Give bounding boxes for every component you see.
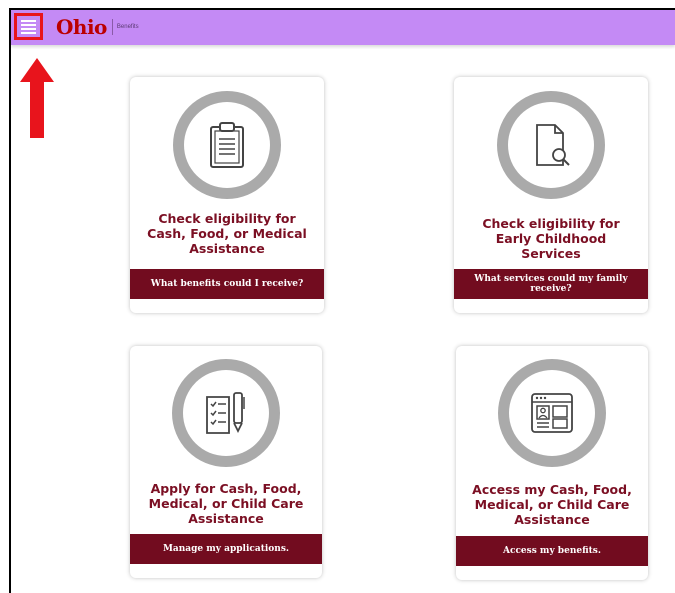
what-services-button[interactable]: What services could my family receive?: [454, 269, 648, 299]
card-title: Check eligibility for Early Childhood Se…: [482, 216, 620, 261]
logo-ohio-text: Ohio: [56, 15, 107, 39]
card-icon-ring: [172, 359, 280, 467]
menu-bar: [21, 23, 36, 26]
card-icon-ring: [498, 359, 606, 467]
logo-divider: [111, 19, 113, 35]
red-up-arrow-icon: [20, 58, 54, 138]
browser-profile-icon: [531, 393, 573, 433]
card-access-assistance[interactable]: Access my Cash, Food, Medical, or Child …: [456, 346, 648, 580]
ring-inner: [509, 370, 595, 456]
card-apply-assistance[interactable]: Apply for Cash, Food, Medical, or Child …: [130, 346, 322, 578]
clipboard-icon: [210, 122, 244, 168]
card-icon-ring: [497, 91, 605, 199]
card-check-eligibility-early-childhood[interactable]: Check eligibility for Early Childhood Se…: [454, 77, 648, 313]
hamburger-menu-button[interactable]: [14, 13, 43, 40]
viewport-border-left: [9, 9, 11, 593]
card-title: Check eligibility for Cash, Food, or Med…: [147, 211, 307, 256]
ring-inner: [183, 370, 269, 456]
checklist-pen-icon: [206, 392, 245, 434]
card-title: Access my Cash, Food, Medical, or Child …: [472, 482, 632, 527]
ring-inner: [508, 102, 594, 188]
menu-bar: [21, 27, 36, 30]
hamburger-menu-icon: [21, 19, 36, 22]
ring-inner: [184, 102, 270, 188]
access-benefits-button[interactable]: Access my benefits.: [456, 536, 648, 566]
site-header: Ohio Benefits: [11, 10, 675, 45]
card-check-eligibility-cash[interactable]: Check eligibility for Cash, Food, or Med…: [130, 77, 324, 313]
document-search-icon: [536, 124, 570, 166]
what-benefits-button[interactable]: What benefits could I receive?: [130, 269, 324, 299]
card-title: Apply for Cash, Food, Medical, or Child …: [148, 481, 304, 526]
card-icon-ring: [173, 91, 281, 199]
manage-applications-button[interactable]: Manage my applications.: [130, 534, 322, 564]
logo-benefits-text: Benefits: [116, 24, 139, 30]
ohio-benefits-logo[interactable]: Ohio Benefits: [56, 15, 139, 39]
menu-bar: [21, 31, 36, 34]
